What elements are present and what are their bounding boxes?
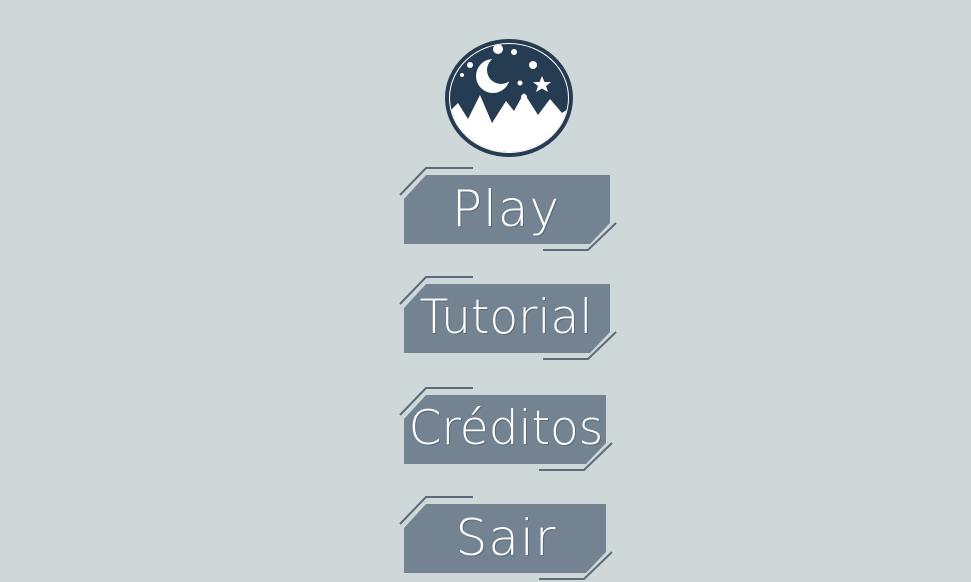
tutorial-label: Tutorial [419,290,593,345]
play-label: Play [451,180,561,238]
play-button[interactable]: Play [398,165,618,251]
creditos-label: Créditos [408,401,604,456]
sair-button[interactable]: Sair [398,494,618,580]
night-mountain-moon-icon [445,39,573,157]
creditos-button[interactable]: Créditos [398,385,618,471]
sair-label: Sair [455,509,557,567]
tutorial-button[interactable]: Tutorial [398,274,618,360]
game-logo [444,39,574,157]
